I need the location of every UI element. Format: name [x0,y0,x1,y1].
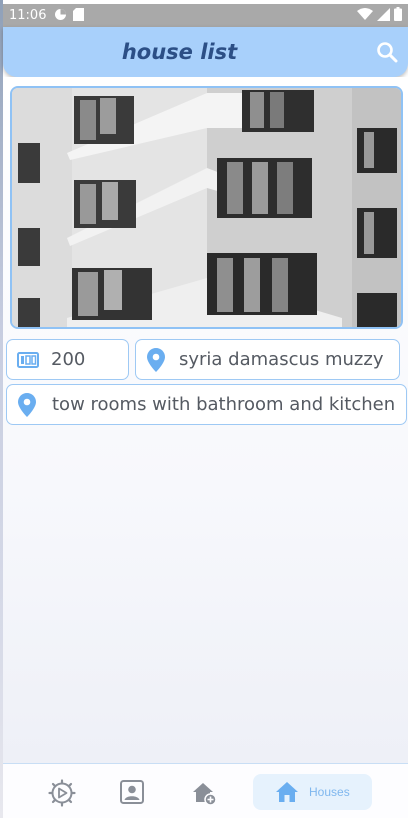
add-home-icon[interactable] [190,779,218,807]
location-value: syria damascus muzzy [179,349,384,370]
status-bar: 11:06 [3,4,408,27]
location-field[interactable]: syria damascus muzzy [135,339,400,380]
signal-icon [377,7,390,24]
location-pin-icon [147,347,165,372]
price-field[interactable]: 200 [6,339,129,380]
wifi-icon [357,7,373,24]
price-value: 200 [51,349,86,370]
description-pin-icon [18,392,36,417]
profile-icon[interactable] [119,779,147,807]
page-title: house list [121,40,238,64]
building-photo [12,88,401,327]
bottom-navigation: Houses [3,763,408,818]
nav-houses-label: Houses [309,785,350,799]
nav-houses-tab[interactable]: Houses [253,774,372,810]
app-bar: house list [3,27,408,77]
house-image[interactable] [10,86,403,329]
battery-icon [394,7,402,24]
home-icon [275,781,299,803]
data-saver-icon [54,8,67,24]
settings-icon[interactable] [48,779,76,807]
search-icon[interactable] [376,41,398,63]
description-field[interactable]: tow rooms with bathroom and kitchen [6,384,407,425]
description-value: tow rooms with bathroom and kitchen [52,394,396,415]
sd-card-icon [73,7,85,24]
price-icon [17,351,39,369]
status-time: 11:06 [9,8,47,23]
